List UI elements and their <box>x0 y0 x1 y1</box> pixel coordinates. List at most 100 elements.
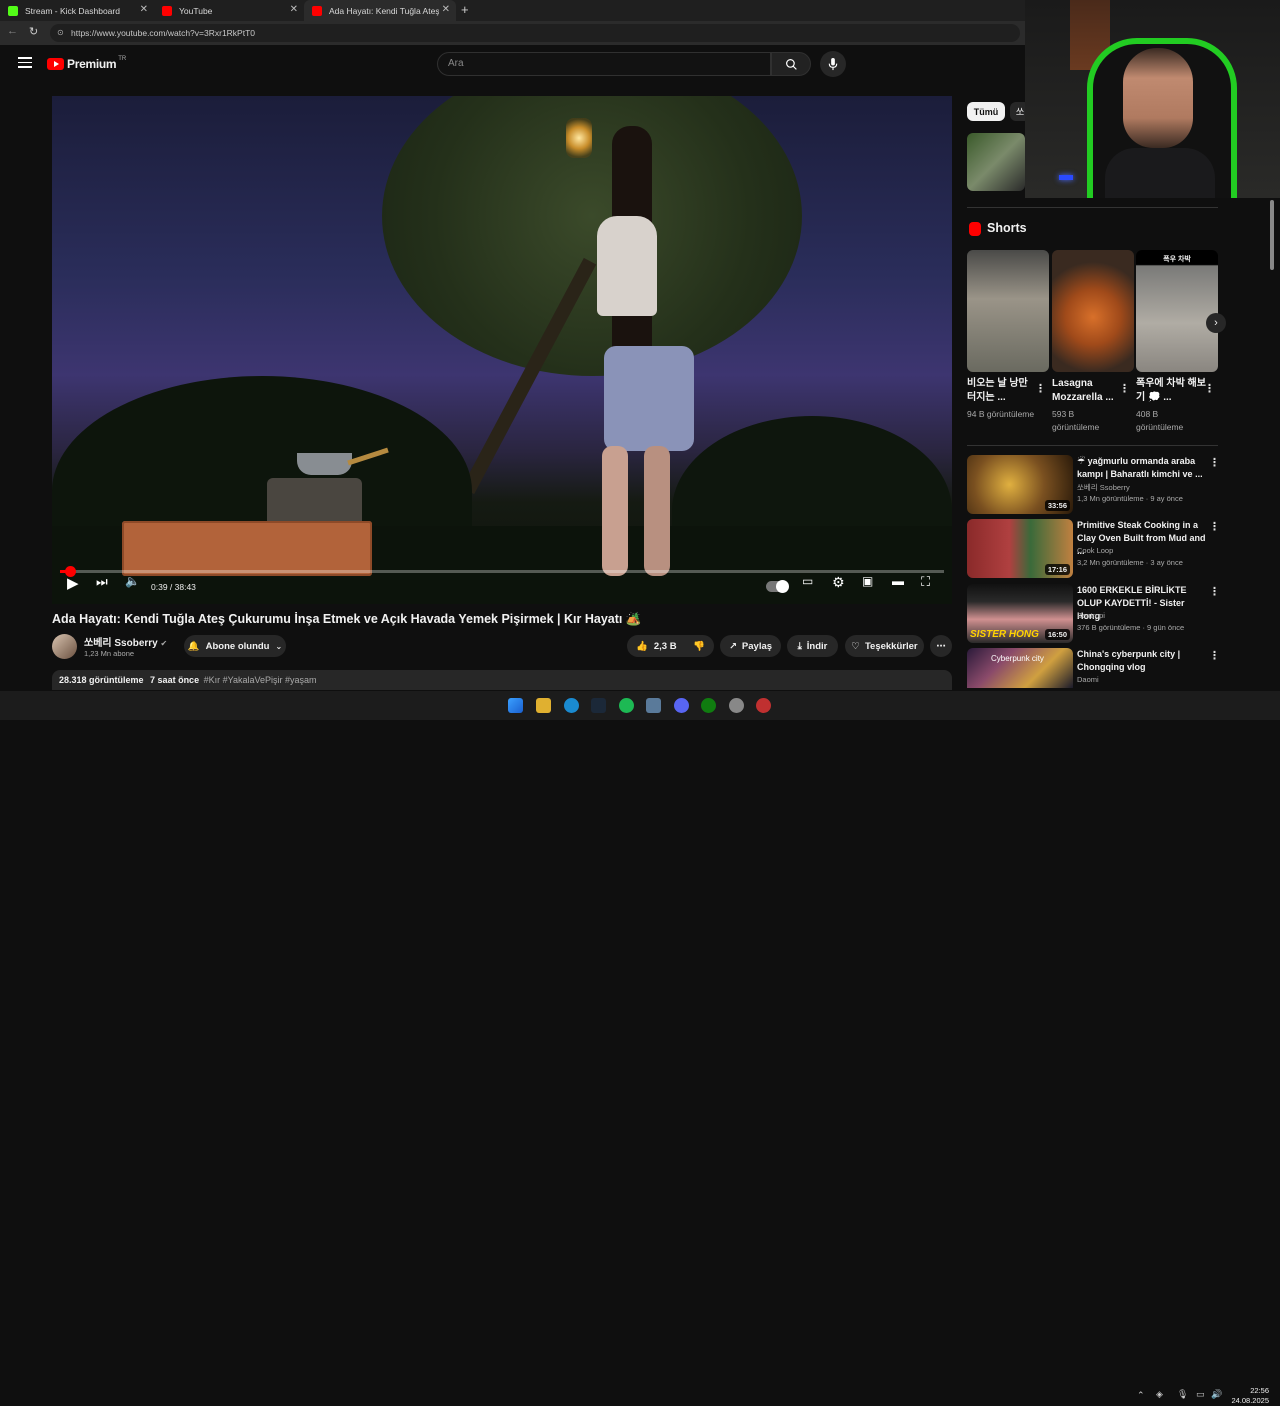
more-vertical-icon[interactable]: ⋮ <box>1209 649 1220 662</box>
share-icon: ↗ <box>728 640 737 652</box>
channel-name[interactable]: 쏘베리 Ssoberry ✔ <box>84 634 167 649</box>
volume-icon[interactable]: 🔈 <box>125 574 140 588</box>
subtitles-icon[interactable]: ▭ <box>802 574 813 588</box>
youtube-icon <box>162 5 172 16</box>
tab-current-video[interactable]: Ada Hayatı: Kendi Tuğla Ateş Çu… ✕ <box>304 0 456 21</box>
person-leg-right <box>644 446 670 576</box>
progress-bar-track[interactable] <box>60 570 944 573</box>
streamer-face <box>1123 48 1193 148</box>
more-vertical-icon[interactable]: ⋮ <box>1204 382 1215 395</box>
start-windows-icon[interactable] <box>508 698 523 713</box>
short-thumbnail[interactable]: 폭우 차박 <box>1136 250 1218 372</box>
recommended-thumbnail[interactable]: Cyberpunk city <box>967 648 1073 688</box>
kick-icon <box>8 5 18 16</box>
cooking-pot <box>297 453 352 475</box>
chip-all[interactable]: Tümü <box>967 102 1005 121</box>
obs-icon[interactable] <box>729 698 744 713</box>
chevron-right-icon: › <box>1214 317 1218 329</box>
description-box[interactable]: 28.318 görüntüleme 7 saat önce #Kır #Yak… <box>52 670 952 690</box>
play-icon[interactable]: ▶ <box>67 574 79 592</box>
channel-avatar[interactable] <box>52 634 77 659</box>
streamer-body <box>1105 148 1215 198</box>
search-input[interactable]: Ara <box>437 52 771 76</box>
like-dislike-group: 👍 2,3 B 👎 <box>627 635 714 657</box>
search-button[interactable] <box>771 52 811 76</box>
discord-icon[interactable] <box>674 698 689 713</box>
more-horizontal-icon: ⋯ <box>936 640 946 652</box>
thanks-button[interactable]: ♡ Teşekkürler <box>845 635 924 657</box>
page-scrollbar-thumb[interactable] <box>1270 200 1274 270</box>
lock-icon: ⊙ <box>57 28 64 37</box>
tab-youtube[interactable]: YouTube ✕ <box>154 0 304 21</box>
close-tab-icon[interactable]: ✕ <box>140 4 148 15</box>
tray-app-icon[interactable]: ◈ <box>1156 1389 1163 1400</box>
recommended-thumbnail[interactable]: 17:16 <box>967 519 1073 578</box>
more-actions-button[interactable]: ⋯ <box>930 635 952 657</box>
menu-icon[interactable] <box>18 57 32 68</box>
person-top <box>597 216 657 316</box>
next-icon[interactable]: ⏭ <box>96 574 108 590</box>
rgb-light <box>1059 175 1073 180</box>
thumbs-down-icon[interactable]: 👎 <box>693 641 705 652</box>
more-vertical-icon[interactable]: ⋮ <box>1209 520 1220 533</box>
thanks-heart-icon: ♡ <box>851 640 860 652</box>
reload-icon[interactable]: ↻ <box>29 25 38 38</box>
lantern <box>566 118 592 158</box>
theater-mode-icon[interactable]: ▬ <box>892 574 904 588</box>
miniplayer-icon[interactable]: ▣ <box>862 574 873 588</box>
short-thumbnail[interactable] <box>1052 250 1134 372</box>
xbox-icon[interactable] <box>701 698 716 713</box>
more-vertical-icon[interactable]: ⋮ <box>1209 456 1220 469</box>
fullscreen-icon[interactable]: ⛶ <box>921 574 930 590</box>
shorts-next-button[interactable]: › <box>1206 313 1226 333</box>
address-bar: ← ↻ ⊙ https://www.youtube.com/watch?v=3R… <box>0 21 1025 45</box>
person-shorts <box>604 346 694 451</box>
download-icon: ⤓ <box>797 640 802 652</box>
autoplay-toggle[interactable] <box>766 580 789 593</box>
more-vertical-icon[interactable]: ⋮ <box>1035 382 1046 395</box>
tree-canopy <box>382 96 802 376</box>
short-thumbnail[interactable] <box>967 250 1049 372</box>
chrome-icon[interactable] <box>756 698 771 713</box>
browser-tab-bar: Stream - Kick Dashboard ✕ YouTube ✕ Ada … <box>0 0 1025 21</box>
video-player[interactable]: ▶ ⏭ 🔈 0:39 / 38:43 ▭ ⚙ ▣ ▬ ⛶ <box>52 96 952 604</box>
tray-chevron-up-icon[interactable]: ⌃ <box>1137 1390 1145 1401</box>
system-clock[interactable]: 22:56 24.08.2025 <box>1229 1386 1269 1406</box>
speaker-icon[interactable]: 🔊 <box>1211 1389 1222 1400</box>
back-arrow-icon[interactable]: ← <box>7 25 18 37</box>
microphone-icon <box>828 57 838 70</box>
spotify-icon[interactable] <box>619 698 634 713</box>
more-vertical-icon[interactable]: ⋮ <box>1209 585 1220 598</box>
more-vertical-icon[interactable]: ⋮ <box>1119 382 1130 395</box>
chevron-down-icon: ⌄ <box>275 641 283 651</box>
network-icon[interactable]: ▭ <box>1196 1389 1205 1400</box>
voice-search-button[interactable] <box>820 51 846 77</box>
divider <box>967 207 1218 208</box>
edge-browser-icon[interactable] <box>564 698 579 713</box>
recommended-thumbnail[interactable]: SISTER HONG 16:50 <box>967 584 1073 643</box>
close-tab-icon[interactable]: ✕ <box>442 4 450 15</box>
download-button[interactable]: ⤓ İndir <box>787 635 838 657</box>
microphone-tray-icon[interactable]: 🎙 <box>1177 1389 1188 1400</box>
steam-icon[interactable] <box>591 698 606 713</box>
url-field[interactable]: ⊙ https://www.youtube.com/watch?v=3Rxr1R… <box>50 24 1020 42</box>
subscribed-button[interactable]: 🔔 Abone olundu ⌄ <box>184 635 286 657</box>
verified-icon: ✔ <box>160 639 168 648</box>
close-tab-icon[interactable]: ✕ <box>290 4 298 15</box>
file-explorer-icon[interactable] <box>536 698 551 713</box>
bell-icon: 🔔 <box>187 640 200 652</box>
brick-pit <box>122 521 372 576</box>
windows-taskbar: ⌃ ◈ 🎙 ▭ 🔊 22:56 24.08.2025 <box>0 691 1280 1405</box>
share-button[interactable]: ↗ Paylaş <box>720 635 781 657</box>
app-icon[interactable] <box>646 698 661 713</box>
shorts-icon <box>969 222 981 236</box>
youtube-premium-logo[interactable]: Premium TR <box>47 56 126 71</box>
youtube-logo-icon <box>47 58 64 70</box>
settings-gear-icon[interactable]: ⚙ <box>832 574 845 591</box>
new-tab-button[interactable]: + <box>461 2 469 17</box>
thumbs-up-icon[interactable]: 👍 <box>636 641 648 652</box>
divider <box>967 445 1218 446</box>
recommended-thumbnail[interactable]: 33:56 <box>967 455 1073 514</box>
tab-kick-dashboard[interactable]: Stream - Kick Dashboard ✕ <box>0 0 154 21</box>
recommended-thumbnail-top[interactable] <box>967 133 1025 191</box>
